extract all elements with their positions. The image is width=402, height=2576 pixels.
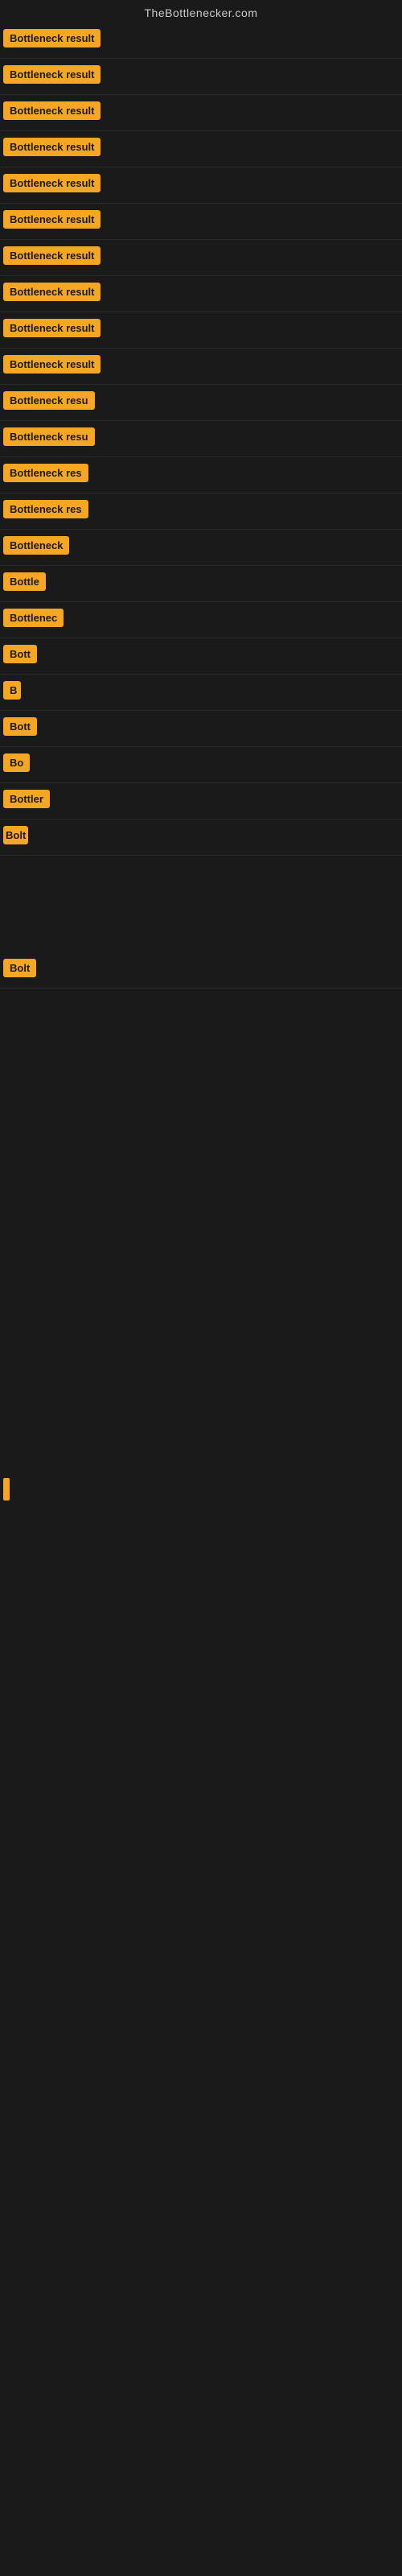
- bottleneck-badge-18[interactable]: Bott: [3, 645, 37, 663]
- result-row-7: Bottleneck result: [0, 240, 402, 276]
- result-row-19: B: [0, 675, 402, 711]
- result-row-17: Bottlenec: [0, 602, 402, 638]
- result-row-2: Bottleneck result: [0, 59, 402, 95]
- bottleneck-badge-12[interactable]: Bottleneck resu: [3, 427, 95, 446]
- result-row-20: Bott: [0, 711, 402, 747]
- bottleneck-badge-23[interactable]: Bolt: [3, 826, 28, 844]
- bottleneck-badge-20[interactable]: Bott: [3, 717, 37, 736]
- result-row-22: Bottler: [0, 783, 402, 819]
- bottleneck-badge-4[interactable]: Bottleneck result: [3, 138, 100, 156]
- result-row-15: Bottleneck: [0, 530, 402, 566]
- result-row-14: Bottleneck res: [0, 493, 402, 530]
- bottom-indicator-section: [0, 1472, 402, 1511]
- bottleneck-badge-6[interactable]: Bottleneck result: [3, 210, 100, 229]
- bottleneck-badge-19[interactable]: B: [3, 681, 21, 700]
- result-row-1: Bottleneck result: [0, 23, 402, 59]
- result-row-11: Bottleneck resu: [0, 385, 402, 421]
- bottleneck-badge-13[interactable]: Bottleneck res: [3, 464, 88, 482]
- bottleneck-badge-9[interactable]: Bottleneck result: [3, 319, 100, 337]
- result-row-24: Bolt: [0, 952, 402, 989]
- result-row-4: Bottleneck result: [0, 131, 402, 167]
- bottleneck-badge-22[interactable]: Bottler: [3, 790, 50, 808]
- result-row-6: Bottleneck result: [0, 204, 402, 240]
- bottleneck-badge-15[interactable]: Bottleneck: [3, 536, 69, 555]
- bottleneck-badge-14[interactable]: Bottleneck res: [3, 500, 88, 518]
- site-title: TheBottlenecker.com: [0, 0, 402, 23]
- bottleneck-badge-24[interactable]: Bolt: [3, 959, 36, 977]
- result-row-10: Bottleneck result: [0, 349, 402, 385]
- result-row-5: Bottleneck result: [0, 167, 402, 204]
- bottleneck-badge-8[interactable]: Bottleneck result: [3, 283, 100, 301]
- spacer-1: [0, 856, 402, 952]
- large-spacer: [0, 989, 402, 1472]
- bottleneck-badge-1[interactable]: Bottleneck result: [3, 29, 100, 47]
- result-row-18: Bott: [0, 638, 402, 675]
- result-row-9: Bottleneck result: [0, 312, 402, 349]
- bottleneck-badge-16[interactable]: Bottle: [3, 572, 46, 591]
- result-row-23: Bolt: [0, 819, 402, 856]
- result-row-8: Bottleneck result: [0, 276, 402, 312]
- result-row-3: Bottleneck result: [0, 95, 402, 131]
- result-row-13: Bottleneck res: [0, 457, 402, 493]
- bottleneck-badge-2[interactable]: Bottleneck result: [3, 65, 100, 84]
- result-row-16: Bottle: [0, 566, 402, 602]
- bottleneck-badge-21[interactable]: Bo: [3, 753, 30, 772]
- bottleneck-badge-3[interactable]: Bottleneck result: [3, 101, 100, 120]
- bottom-spacer: [0, 1511, 402, 1913]
- bottleneck-badge-17[interactable]: Bottlenec: [3, 609, 64, 627]
- bottleneck-badge-5[interactable]: Bottleneck result: [3, 174, 100, 192]
- tiny-indicator-badge: [3, 1478, 10, 1501]
- bottleneck-badge-10[interactable]: Bottleneck result: [3, 355, 100, 374]
- result-row-12: Bottleneck resu: [0, 421, 402, 457]
- bottleneck-badge-11[interactable]: Bottleneck resu: [3, 391, 95, 410]
- result-row-21: Bo: [0, 747, 402, 783]
- bottleneck-badge-7[interactable]: Bottleneck result: [3, 246, 100, 265]
